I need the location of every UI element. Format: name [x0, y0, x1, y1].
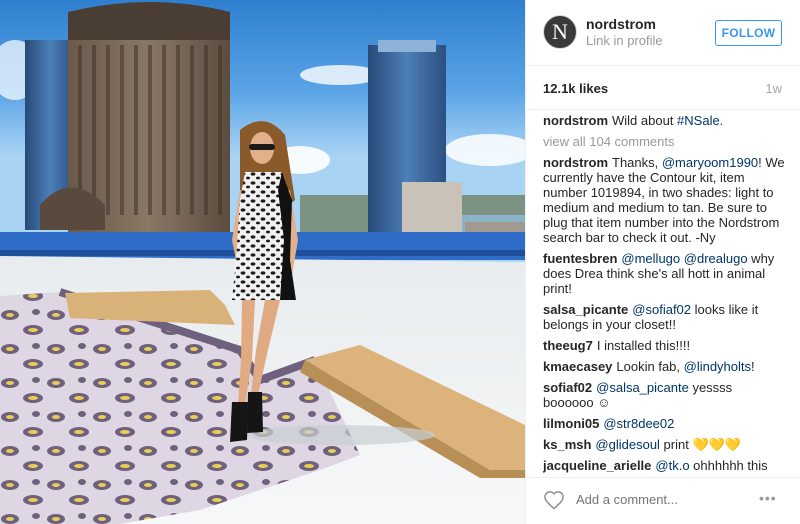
caption: nordstrom Wild about #NSale. [543, 113, 785, 128]
caption-text: Wild about [612, 113, 678, 128]
caption-hashtag[interactable]: #NSale. [677, 113, 723, 128]
comment-username[interactable]: jacqueline_arielle [543, 458, 651, 473]
comment-thread: nordstrom Thanks, @maryoom1990! We curren… [543, 155, 785, 473]
comment-username[interactable]: nordstrom [543, 155, 608, 170]
comment-username[interactable]: fuentesbren [543, 251, 617, 266]
comment-mention[interactable]: @drealugo [684, 251, 748, 266]
comment-username[interactable]: kmaecasey [543, 359, 612, 374]
post-stats: 12.1k likes 1w [526, 66, 800, 110]
post-header: N nordstrom Link in profile FOLLOW [526, 0, 800, 66]
comment-username[interactable]: salsa_picante [543, 302, 628, 317]
comment-mention[interactable]: @mellugo [621, 251, 680, 266]
post-footer: ••• [526, 477, 800, 524]
profile-link-text[interactable]: Link in profile [586, 33, 663, 48]
comment-text: ! [751, 359, 755, 374]
follow-button[interactable]: FOLLOW [715, 20, 782, 46]
comment: theeug7 I installed this!!!! [543, 338, 785, 353]
comment-mention[interactable]: @glidesoul [595, 437, 660, 452]
caption-username[interactable]: nordstrom [543, 113, 608, 128]
comments-list: nordstrom Wild about #NSale. view all 104… [543, 113, 785, 478]
heart-icon[interactable] [543, 490, 565, 510]
comment-mention[interactable]: @sofiaf02 [632, 302, 691, 317]
avatar[interactable]: N [543, 15, 577, 49]
comment-username[interactable]: sofiaf02 [543, 380, 592, 395]
comment-text: Thanks, [612, 155, 662, 170]
comment: nordstrom Thanks, @maryoom1990! We curren… [543, 155, 785, 245]
post-age[interactable]: 1w [765, 81, 782, 96]
more-options-icon[interactable]: ••• [759, 490, 777, 506]
post-sidebar: N nordstrom Link in profile FOLLOW 12.1k… [525, 0, 800, 524]
view-all-comments-link[interactable]: view all 104 comments [543, 134, 785, 149]
comment: kmaecasey Lookin fab, @lindyholts! [543, 359, 785, 374]
add-comment-input[interactable] [576, 492, 726, 507]
comment-mention[interactable]: @tk.o [655, 458, 689, 473]
instagram-post: N nordstrom Link in profile FOLLOW 12.1k… [0, 0, 800, 524]
comment-text: print 💛💛💛 [659, 437, 742, 452]
comment: lilmoni05 @str8dee02 [543, 416, 785, 431]
comment: fuentesbren @mellugo @drealugo why does D… [543, 251, 785, 296]
likes-count[interactable]: 12.1k likes [543, 81, 608, 96]
comment-username[interactable]: ks_msh [543, 437, 591, 452]
comment-mention[interactable]: @salsa_picante [596, 380, 689, 395]
comment: salsa_picante @sofiaf02 looks like it bel… [543, 302, 785, 332]
comment-mention[interactable]: @lindyholts [684, 359, 751, 374]
photo-illustration [0, 0, 525, 524]
comment-text: ohhhhhh this [689, 458, 768, 473]
comment-username[interactable]: lilmoni05 [543, 416, 599, 431]
comment: jacqueline_arielle @tk.o ohhhhhh this [543, 458, 785, 473]
comment: ks_msh @glidesoul print 💛💛💛 [543, 437, 785, 452]
comment-mention[interactable]: @maryoom1990 [662, 155, 758, 170]
post-photo[interactable] [0, 0, 525, 524]
comment-text: Lookin fab, [616, 359, 684, 374]
comment-text: I installed this!!!! [596, 338, 691, 353]
account-username[interactable]: nordstrom [586, 16, 656, 32]
comment-username[interactable]: theeug7 [543, 338, 593, 353]
comment: sofiaf02 @salsa_picante yessss boooooo ☺ [543, 380, 785, 410]
comment-mention[interactable]: @str8dee02 [603, 416, 674, 431]
